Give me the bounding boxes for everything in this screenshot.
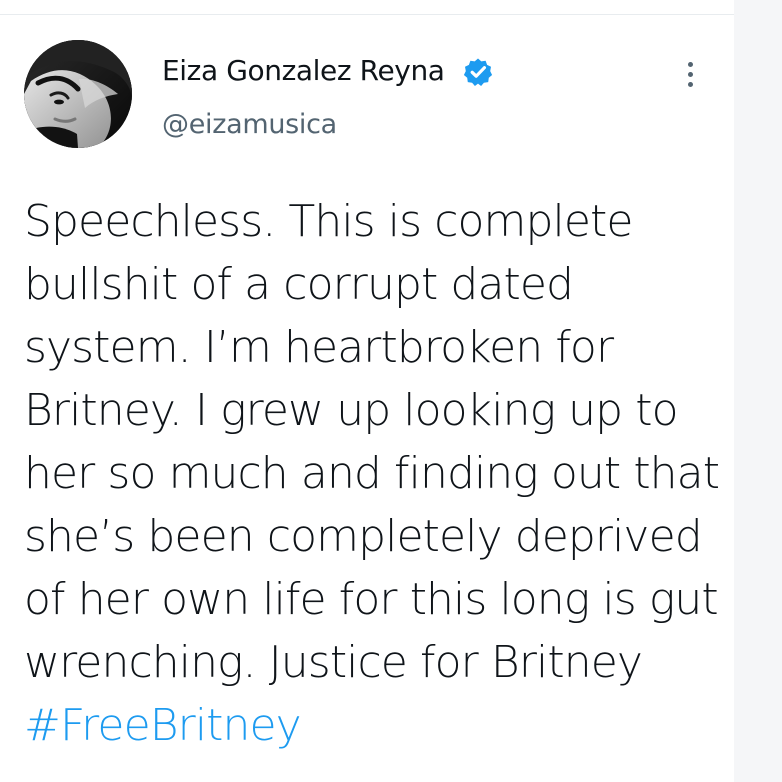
tweet-text-line: system. I’m heartbroken for bbox=[24, 322, 614, 373]
page: Eiza Gonzalez Reyna @eizamusica Speechle… bbox=[0, 0, 782, 782]
tweet-text-line: her so much and finding out that bbox=[24, 448, 720, 499]
more-options-icon bbox=[687, 61, 693, 67]
author-name[interactable]: Eiza Gonzalez Reyna bbox=[162, 54, 445, 88]
hashtag-link[interactable]: #FreeBritney bbox=[24, 694, 724, 757]
tweet-text-line: of her own life for this long is gut bbox=[24, 574, 719, 625]
verified-badge-icon bbox=[463, 58, 493, 86]
tweet-text-line: wrenching. Justice for Britney bbox=[24, 637, 643, 688]
tweet-text-line: Britney. I grew up looking up to bbox=[24, 385, 679, 436]
avatar-photo bbox=[24, 40, 132, 148]
tweet-text-line: bullshit of a corrupt dated bbox=[24, 259, 574, 310]
tweet-text-line: she’s been completely deprived bbox=[24, 511, 703, 562]
author-handle[interactable]: @eizamusica bbox=[162, 109, 337, 141]
more-options-button[interactable] bbox=[676, 54, 704, 94]
tweet-text: Speechless. This is complete bullshit of… bbox=[24, 190, 724, 757]
tweet-card: Eiza Gonzalez Reyna @eizamusica Speechle… bbox=[0, 0, 734, 782]
right-gutter bbox=[734, 0, 782, 782]
more-options-icon bbox=[687, 81, 693, 87]
profile-avatar[interactable] bbox=[24, 40, 132, 148]
tweet-text-line: Speechless. This is complete bbox=[24, 196, 633, 247]
more-options-icon bbox=[687, 71, 693, 77]
